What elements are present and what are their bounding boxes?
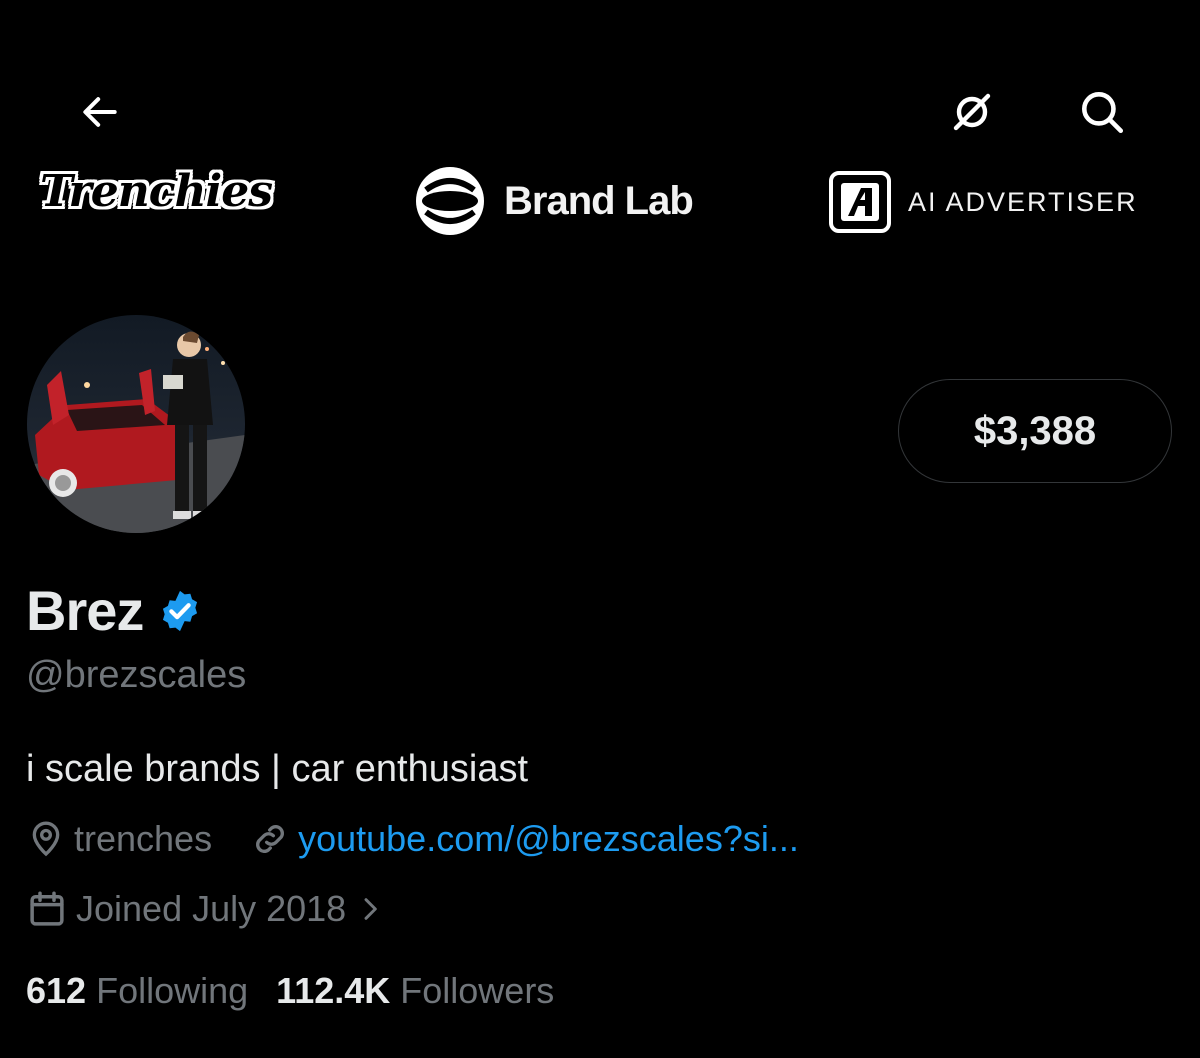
follow-stats: 612 Following 112.4K Followers [26, 970, 554, 1012]
joined-text: Joined July 2018 [76, 888, 347, 929]
profile-bio: i scale brands | car enthusiast [26, 748, 529, 790]
ai-advertiser-text: AI ADVERTISER [908, 186, 1138, 217]
joined-date-row[interactable]: Joined July 2018 [26, 888, 386, 930]
brand-lab-text: Brand Lab [504, 178, 694, 223]
grok-button[interactable] [940, 84, 1004, 140]
calendar-icon [30, 891, 64, 926]
website-link[interactable]: youtube.com/@brezscales?si... [298, 818, 799, 860]
back-button[interactable] [72, 84, 128, 140]
trenchies-logo: Trenchies [40, 166, 273, 217]
grok-icon [953, 93, 991, 131]
profile-handle: @brezscales [26, 654, 247, 696]
avatar-photo [27, 315, 245, 533]
arrow-left-icon [83, 97, 117, 127]
website-item[interactable]: youtube.com/@brezscales?si... [250, 818, 799, 860]
followers-count: 112.4K [276, 970, 391, 1011]
location-item: trenches [26, 818, 212, 860]
link-icon [256, 825, 285, 853]
brand-lab-mark-icon [416, 167, 484, 235]
profile-meta-row: trenches youtube.com/@brezscales?si... [26, 818, 799, 860]
followers-label: Followers [400, 970, 555, 1011]
following-label: Following [96, 970, 249, 1011]
followers-stat[interactable]: 112.4K Followers [276, 970, 554, 1012]
chevron-right-icon [364, 898, 378, 920]
avatar[interactable] [24, 312, 248, 536]
ai-advertiser-mark-icon [829, 171, 891, 233]
following-stat[interactable]: 612 Following [26, 970, 248, 1012]
location-text: trenches [74, 818, 213, 859]
location-pin-icon [32, 821, 60, 857]
tip-amount-button[interactable]: $3,388 [898, 379, 1172, 483]
profile-name-row: Brez [26, 578, 203, 643]
brand-lab-logo: Brand Lab [412, 162, 694, 240]
search-button[interactable] [1072, 84, 1132, 140]
verified-badge-icon[interactable] [157, 588, 203, 634]
search-icon [1082, 92, 1124, 134]
following-count: 612 [26, 970, 87, 1011]
ai-advertiser-logo: AI ADVERTISER [828, 170, 1138, 234]
profile-name: Brez [26, 579, 144, 642]
